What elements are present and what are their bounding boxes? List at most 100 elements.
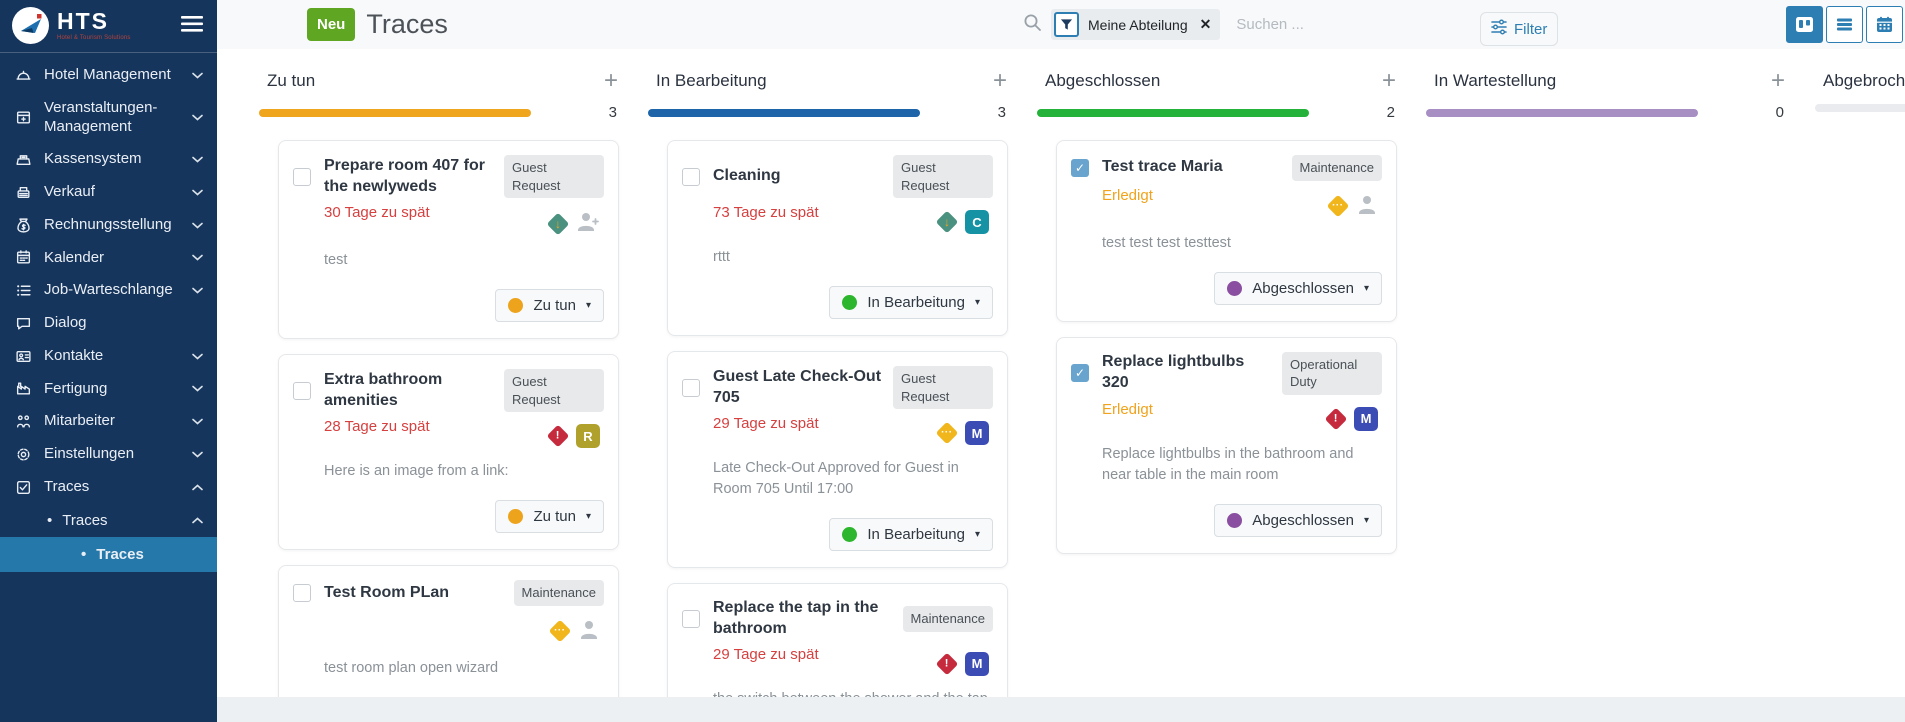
assignee-avatar: M [965,652,989,676]
chat-bubble-icon [14,314,32,332]
add-card-icon[interactable] [604,69,618,93]
trace-card[interactable]: Test trace Maria Maintenance Erledigt te… [1056,140,1397,322]
state-label: In Bearbeitung [867,526,965,543]
sidebar-item-kalender[interactable]: Kalender [0,242,217,275]
filter-chip-label: Meine Abteilung [1088,17,1188,33]
search-input[interactable] [1236,16,1446,33]
sidebar-item-label: Traces [44,478,184,497]
card-description: test [293,250,604,271]
priority-medium-icon [936,422,959,445]
sidebar-subitem-label: Traces [96,546,203,563]
priority-urgent-icon [936,653,959,676]
sidebar-subitem-traces-active[interactable]: Traces [0,537,217,572]
sidebar-item-label: Rechnungsstellung [44,216,184,235]
caret-down-icon [1364,515,1369,526]
sidebar-item-einstellungen[interactable]: Einstellungen [0,438,217,471]
person-add-icon [576,210,600,237]
trace-card[interactable]: Prepare room 407 for the newlyweds Guest… [278,140,619,339]
card-status-text: 28 Tage zu spät [324,417,430,435]
card-checkbox[interactable] [682,379,700,397]
card-checkbox-checked[interactable] [1071,364,1089,382]
card-state-dropdown[interactable]: Zu tun [495,289,604,322]
card-description: the switch between the shower and the ta… [682,689,993,697]
trace-card[interactable]: Replace lightbulbs 320 Operational Duty … [1056,337,1397,554]
assignee-avatar: M [1354,407,1378,431]
sidebar-item-kontakte[interactable]: Kontakte [0,340,217,373]
card-checkbox[interactable] [293,382,311,400]
trace-card[interactable]: Cleaning Guest Request 73 Tage zu spät C… [667,140,1008,336]
kanban-view-icon[interactable] [1786,6,1823,43]
calendar-view-icon[interactable] [1866,6,1903,43]
sidebar-item-label: Mitarbeiter [44,412,184,431]
add-card-icon[interactable] [993,69,1007,93]
card-title: Test trace Maria [1102,157,1284,178]
add-card-icon[interactable] [1771,69,1785,93]
sidebar-item-label: Dialog [44,314,203,333]
card-checkbox[interactable] [293,584,311,602]
sidebar-subitem-label: Traces [62,512,184,529]
state-label: Abgeschlossen [1252,512,1354,529]
sidebar-item-label: Kontakte [44,347,184,366]
column-color-bar [1037,109,1309,117]
trace-card[interactable]: Extra bathroom amenities Guest Request 2… [278,354,619,550]
filter-button[interactable]: Filter [1480,12,1558,46]
new-trace-button[interactable]: Neu [307,8,355,41]
bullet-icon [81,546,96,563]
hts-logo-icon[interactable] [12,7,49,44]
chevron-down-icon [192,418,203,425]
sidebar-subitem-traces[interactable]: Traces [0,504,217,537]
sidebar-item-rechnungsstellung[interactable]: Rechnungsstellung [0,209,217,242]
caret-down-icon [586,511,591,522]
card-checkbox[interactable] [293,168,311,186]
card-checkbox[interactable] [682,168,700,186]
card-checkbox[interactable] [682,610,700,628]
chevron-down-icon [192,114,203,121]
card-checkbox-checked[interactable] [1071,159,1089,177]
state-label: Zu tun [533,508,576,525]
funnel-icon [1054,12,1079,37]
list-view-icon[interactable] [1826,6,1863,43]
sidebar: HTS Hotel & Tourism Solutions Hotel Mana… [0,0,217,722]
sidebar-item-mitarbeiter[interactable]: Mitarbeiter [0,405,217,438]
caret-down-icon [1364,283,1369,294]
state-color-dot [508,509,523,524]
card-status-text: 30 Tage zu spät [324,203,430,221]
person-icon [1356,193,1378,220]
card-state-dropdown[interactable]: Zu tun [495,500,604,533]
sidebar-item-dialog[interactable]: Dialog [0,307,217,340]
sidebar-item-job-warteschlange[interactable]: Job-Warteschlange [0,274,217,307]
sale-terminal-icon [14,183,32,201]
card-state-dropdown[interactable]: In Bearbeitung [829,286,993,319]
card-state-dropdown[interactable]: Abgeschlossen [1214,504,1382,537]
sidebar-item-verkauf[interactable]: Verkauf [0,176,217,209]
card-title: Guest Late Check-Out 705 [713,367,885,409]
sidebar-item-veranstaltungen-management[interactable]: Veranstaltungen-Management [0,92,217,144]
chevron-down-icon [192,254,203,261]
sidebar-item-label: Veranstaltungen-Management [44,99,184,137]
column-count: 0 [1776,104,1793,121]
close-icon[interactable] [1200,16,1212,33]
filter-chip-meine-abteilung[interactable]: Meine Abteilung [1051,9,1220,40]
card-title: Prepare room 407 for the newlyweds [324,156,496,198]
logo-title: HTS [57,10,131,33]
card-category-badge: Maintenance [1292,155,1382,181]
main-area: Neu Traces Meine Abteilung Filter [217,0,1905,722]
hamburger-menu-icon[interactable] [177,12,207,39]
state-label: Zu tun [533,297,576,314]
card-state-dropdown[interactable]: In Bearbeitung [829,518,993,551]
sidebar-item-label: Kassensystem [44,150,184,169]
sidebar-item-kassensystem[interactable]: Kassensystem [0,143,217,176]
sidebar-item-traces[interactable]: Traces [0,471,217,504]
card-title: Replace lightbulbs 320 [1102,352,1274,394]
logo-text: HTS Hotel & Tourism Solutions [57,10,131,41]
card-state-dropdown[interactable]: Abgeschlossen [1214,272,1382,305]
chevron-up-icon [192,484,203,491]
caret-down-icon [975,529,980,540]
sidebar-item-hotel-management[interactable]: Hotel Management [0,59,217,92]
add-card-icon[interactable] [1382,69,1396,93]
priority-urgent-icon [547,425,570,448]
trace-card[interactable]: Replace the tap in the bathroom Maintena… [667,583,1008,697]
trace-card[interactable]: Guest Late Check-Out 705 Guest Request 2… [667,351,1008,568]
sidebar-item-fertigung[interactable]: Fertigung [0,373,217,406]
trace-card[interactable]: Test Room PLan Maintenance test room pla… [278,565,619,697]
